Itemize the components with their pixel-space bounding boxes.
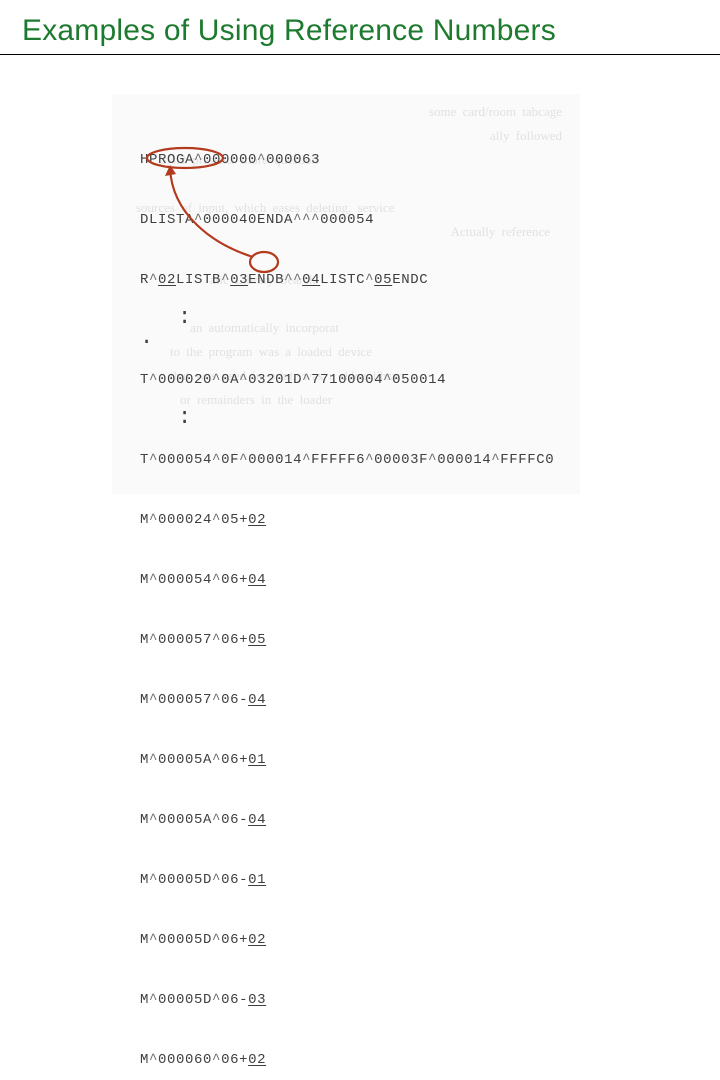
scanned-figure: some card/room tabcage ally followed 3.4…: [112, 94, 580, 494]
mod-record: M^000057^06+05: [140, 630, 554, 650]
define-record: DLISTA^000040ENDA^^^000054: [140, 210, 554, 230]
mod-record: M^000024^05+02: [140, 510, 554, 530]
ellipsis: :: [176, 412, 193, 428]
mod-record: M^000054^06+04: [140, 570, 554, 590]
mod-record: M^00005A^06+01: [140, 750, 554, 770]
mod-record: M^00005D^06-01: [140, 870, 554, 890]
refer-record: R^02LISTB^03ENDB^^04LISTC^05ENDC: [140, 270, 554, 290]
mod-record: M^00005A^06-04: [140, 810, 554, 830]
mod-record: M^00005D^06+02: [140, 930, 554, 950]
ellipsis: :.: [140, 312, 193, 348]
mod-record: M^000057^06-04: [140, 690, 554, 710]
mod-record: M^000060^06+02: [140, 1050, 554, 1070]
header-record: HPROGA^000000^000063: [140, 150, 554, 170]
mod-record: M^00005D^06-03: [140, 990, 554, 1010]
object-record-listing: HPROGA^000000^000063 DLISTA^000040ENDA^^…: [140, 110, 554, 1080]
title-rule: [0, 54, 720, 55]
slide-title: Examples of Using Reference Numbers: [0, 0, 720, 48]
text-record: T^000020^0A^03201D^77100004^050014: [140, 370, 554, 390]
text-record: T^000054^0F^000014^FFFFF6^00003F^000014^…: [140, 450, 554, 470]
